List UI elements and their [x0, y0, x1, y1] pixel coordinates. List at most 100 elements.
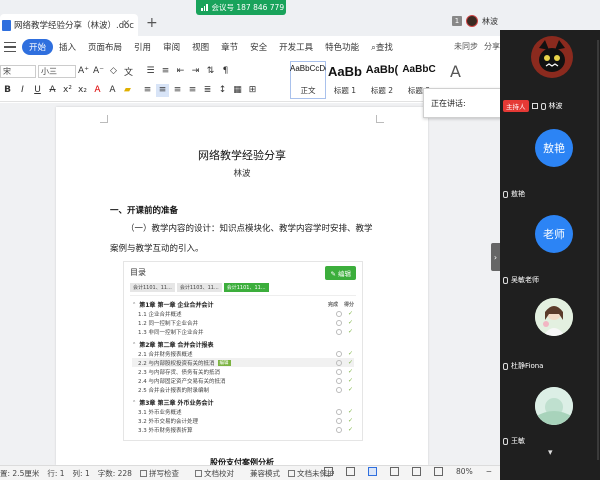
style-heading-1[interactable]: AaBb 标题 1 — [327, 61, 363, 99]
person-illustration-icon — [535, 298, 573, 336]
clear-format-icon[interactable]: ◇ — [107, 65, 120, 78]
col-indicator: 列: 1 — [72, 468, 90, 478]
sort-icon[interactable]: ⇅ — [204, 65, 217, 78]
participant-tile[interactable]: 王敏 ▾ — [500, 374, 600, 460]
style-normal-label: 正文 — [300, 86, 316, 95]
user-name[interactable]: 林波 — [482, 16, 498, 27]
participant-tile[interactable]: 老师 吴敏老师 — [500, 202, 600, 288]
share-button[interactable]: 分享 — [484, 41, 500, 52]
write-view-icon[interactable] — [434, 467, 444, 476]
collapse-panel-icon[interactable]: › — [491, 243, 500, 271]
grow-font-button[interactable]: A⁺ — [77, 65, 90, 78]
new-tab-button[interactable]: + — [146, 15, 158, 31]
tab-developer[interactable]: 开发工具 — [273, 41, 319, 53]
spell-check[interactable]: 拼写检查 — [139, 468, 187, 479]
italic-button[interactable]: I — [16, 84, 29, 97]
count-badge[interactable]: 1 — [452, 16, 462, 26]
font-name-select[interactable]: 宋 — [0, 64, 36, 78]
tab-features[interactable]: 特色功能 — [319, 41, 365, 53]
line-spacing-button[interactable]: ↕ — [216, 84, 229, 97]
justify-button[interactable]: ≡ — [186, 84, 199, 97]
pinyin-icon[interactable]: 文 — [122, 65, 135, 78]
toc-item-row: 2.2 与内部股权投资有关的抵消 编辑 ✓ — [132, 358, 354, 367]
tab-home[interactable]: 开始 — [22, 39, 54, 55]
new-style-icon[interactable]: A — [450, 62, 461, 81]
protect-icon — [287, 469, 295, 477]
document-canvas[interactable]: ▾ 网络教学经验分享 林波 一、开课前的准备 （一）教学内容的设计：知识点模块化… — [0, 103, 500, 467]
doc-proof[interactable]: 文档校对 — [194, 468, 242, 479]
read-view-icon[interactable] — [412, 467, 422, 476]
meeting-id-pill[interactable]: 会议号 187 846 779 — [196, 0, 286, 15]
mic-icon[interactable] — [540, 102, 546, 110]
sync-status[interactable]: 未同步 — [454, 41, 478, 52]
web-view-icon[interactable] — [390, 467, 400, 476]
borders-button[interactable]: ⊞ — [246, 84, 259, 97]
participant-name: 吴敏老师 — [511, 276, 539, 284]
page-view-icon[interactable] — [368, 467, 378, 476]
number-list-icon[interactable]: ≡ — [159, 65, 172, 78]
toc-row-text: 1.2 同一控制下企业合并 — [138, 320, 198, 327]
tab-insert[interactable]: 插入 — [53, 41, 82, 53]
zoom-level[interactable]: 80% — [456, 467, 473, 476]
hamburger-menu-icon[interactable] — [4, 42, 16, 52]
toc-row-text: 1.3 非同一控制下企业合并 — [138, 329, 204, 336]
font-size-select[interactable]: 小三 — [38, 64, 76, 78]
align-center-button[interactable]: ≡ — [156, 83, 169, 97]
tab-security[interactable]: 安全 — [244, 41, 273, 53]
style-heading-3-sample: AaBbC — [402, 64, 436, 75]
tab-review[interactable]: 审阅 — [157, 41, 186, 53]
chevron-down-icon[interactable]: ▾ — [548, 448, 553, 458]
superscript-button[interactable]: x² — [61, 84, 74, 97]
shrink-font-button[interactable]: A⁻ — [92, 65, 105, 78]
style-normal[interactable]: AaBbCcDd 正文 — [290, 61, 326, 99]
participant-name-bar: 敖艳 — [503, 189, 525, 199]
outline-view-icon[interactable] — [346, 467, 356, 476]
video-icon[interactable] — [531, 103, 538, 109]
doc-author: 林波 — [233, 169, 251, 179]
search-button[interactable]: ⌕查找 — [365, 41, 399, 53]
tab-references[interactable]: 引用 — [128, 41, 157, 53]
highlight-button[interactable]: ▰ — [121, 84, 134, 97]
signal-icon — [201, 4, 208, 11]
indent-icon[interactable]: ⇥ — [189, 65, 202, 78]
font-color-button[interactable]: A — [91, 84, 104, 97]
align-right-button[interactable]: ≡ — [171, 84, 184, 97]
search-label: 查找 — [375, 43, 393, 53]
zoom-out-button[interactable]: − — [486, 467, 492, 476]
toc-row-text: 第2章 第二章 合并会计报表 — [139, 342, 214, 349]
tab-section[interactable]: 章节 — [215, 41, 244, 53]
tab-page-layout[interactable]: 页面布局 — [82, 41, 128, 53]
word-count[interactable]: 字数: 228 — [98, 468, 132, 479]
tab-view[interactable]: 视图 — [186, 41, 215, 53]
underline-button[interactable]: U — [31, 84, 44, 97]
participant-name: 杜静Fiona — [511, 362, 544, 370]
status-circle-icon — [336, 426, 342, 433]
distribute-button[interactable]: ≣ — [201, 84, 214, 97]
toc-item-row: 2.5 合并会计报表的附录编制 ✓ — [132, 385, 354, 394]
document-tab[interactable]: 网络教学经验分享（林波）.doc ✕ — [0, 14, 138, 36]
outdent-icon[interactable]: ⇤ — [174, 65, 187, 78]
toc-item-row: 2.4 与内部固定资产交易有关的抵消 ✓ — [132, 376, 354, 385]
bullet-list-icon[interactable]: ☰ — [144, 65, 157, 78]
participant-name-bar: 主持人 林波 — [503, 100, 563, 112]
align-left-button[interactable]: ≡ — [141, 84, 154, 97]
participant-tile[interactable]: 主持人 林波 — [500, 30, 600, 116]
participant-tile[interactable]: 敖艳 敖艳 — [500, 116, 600, 202]
format-row: B I U A x² x₂ A A ▰ ≡ ≡ ≡ ≡ ≣ ↕ ▦ ⊞ — [0, 82, 260, 98]
show-marks-icon[interactable]: ¶ — [219, 65, 232, 78]
participant-name-bar: 王敏 — [503, 436, 525, 446]
bold-button[interactable]: B — [1, 84, 14, 97]
style-heading-2[interactable]: AaBb( 标题 2 — [364, 61, 400, 99]
eye-icon[interactable] — [324, 467, 334, 476]
strikethrough-button[interactable]: A — [46, 84, 59, 97]
document-page[interactable]: 网络教学经验分享 林波 一、开课前的准备 （一）教学内容的设计：知识点模块化、教… — [56, 107, 428, 467]
proof-icon — [194, 469, 202, 477]
subscript-button[interactable]: x₂ — [76, 84, 89, 97]
participant-tile[interactable]: 杜静Fiona — [500, 288, 600, 374]
user-avatar[interactable] — [466, 15, 478, 27]
status-circle-icon — [336, 408, 342, 415]
check-icon: ✓ — [348, 408, 354, 415]
shading-button[interactable]: ▦ — [231, 84, 244, 97]
close-tab-icon[interactable]: ✕ — [122, 19, 130, 29]
char-border-button[interactable]: A — [106, 84, 119, 97]
